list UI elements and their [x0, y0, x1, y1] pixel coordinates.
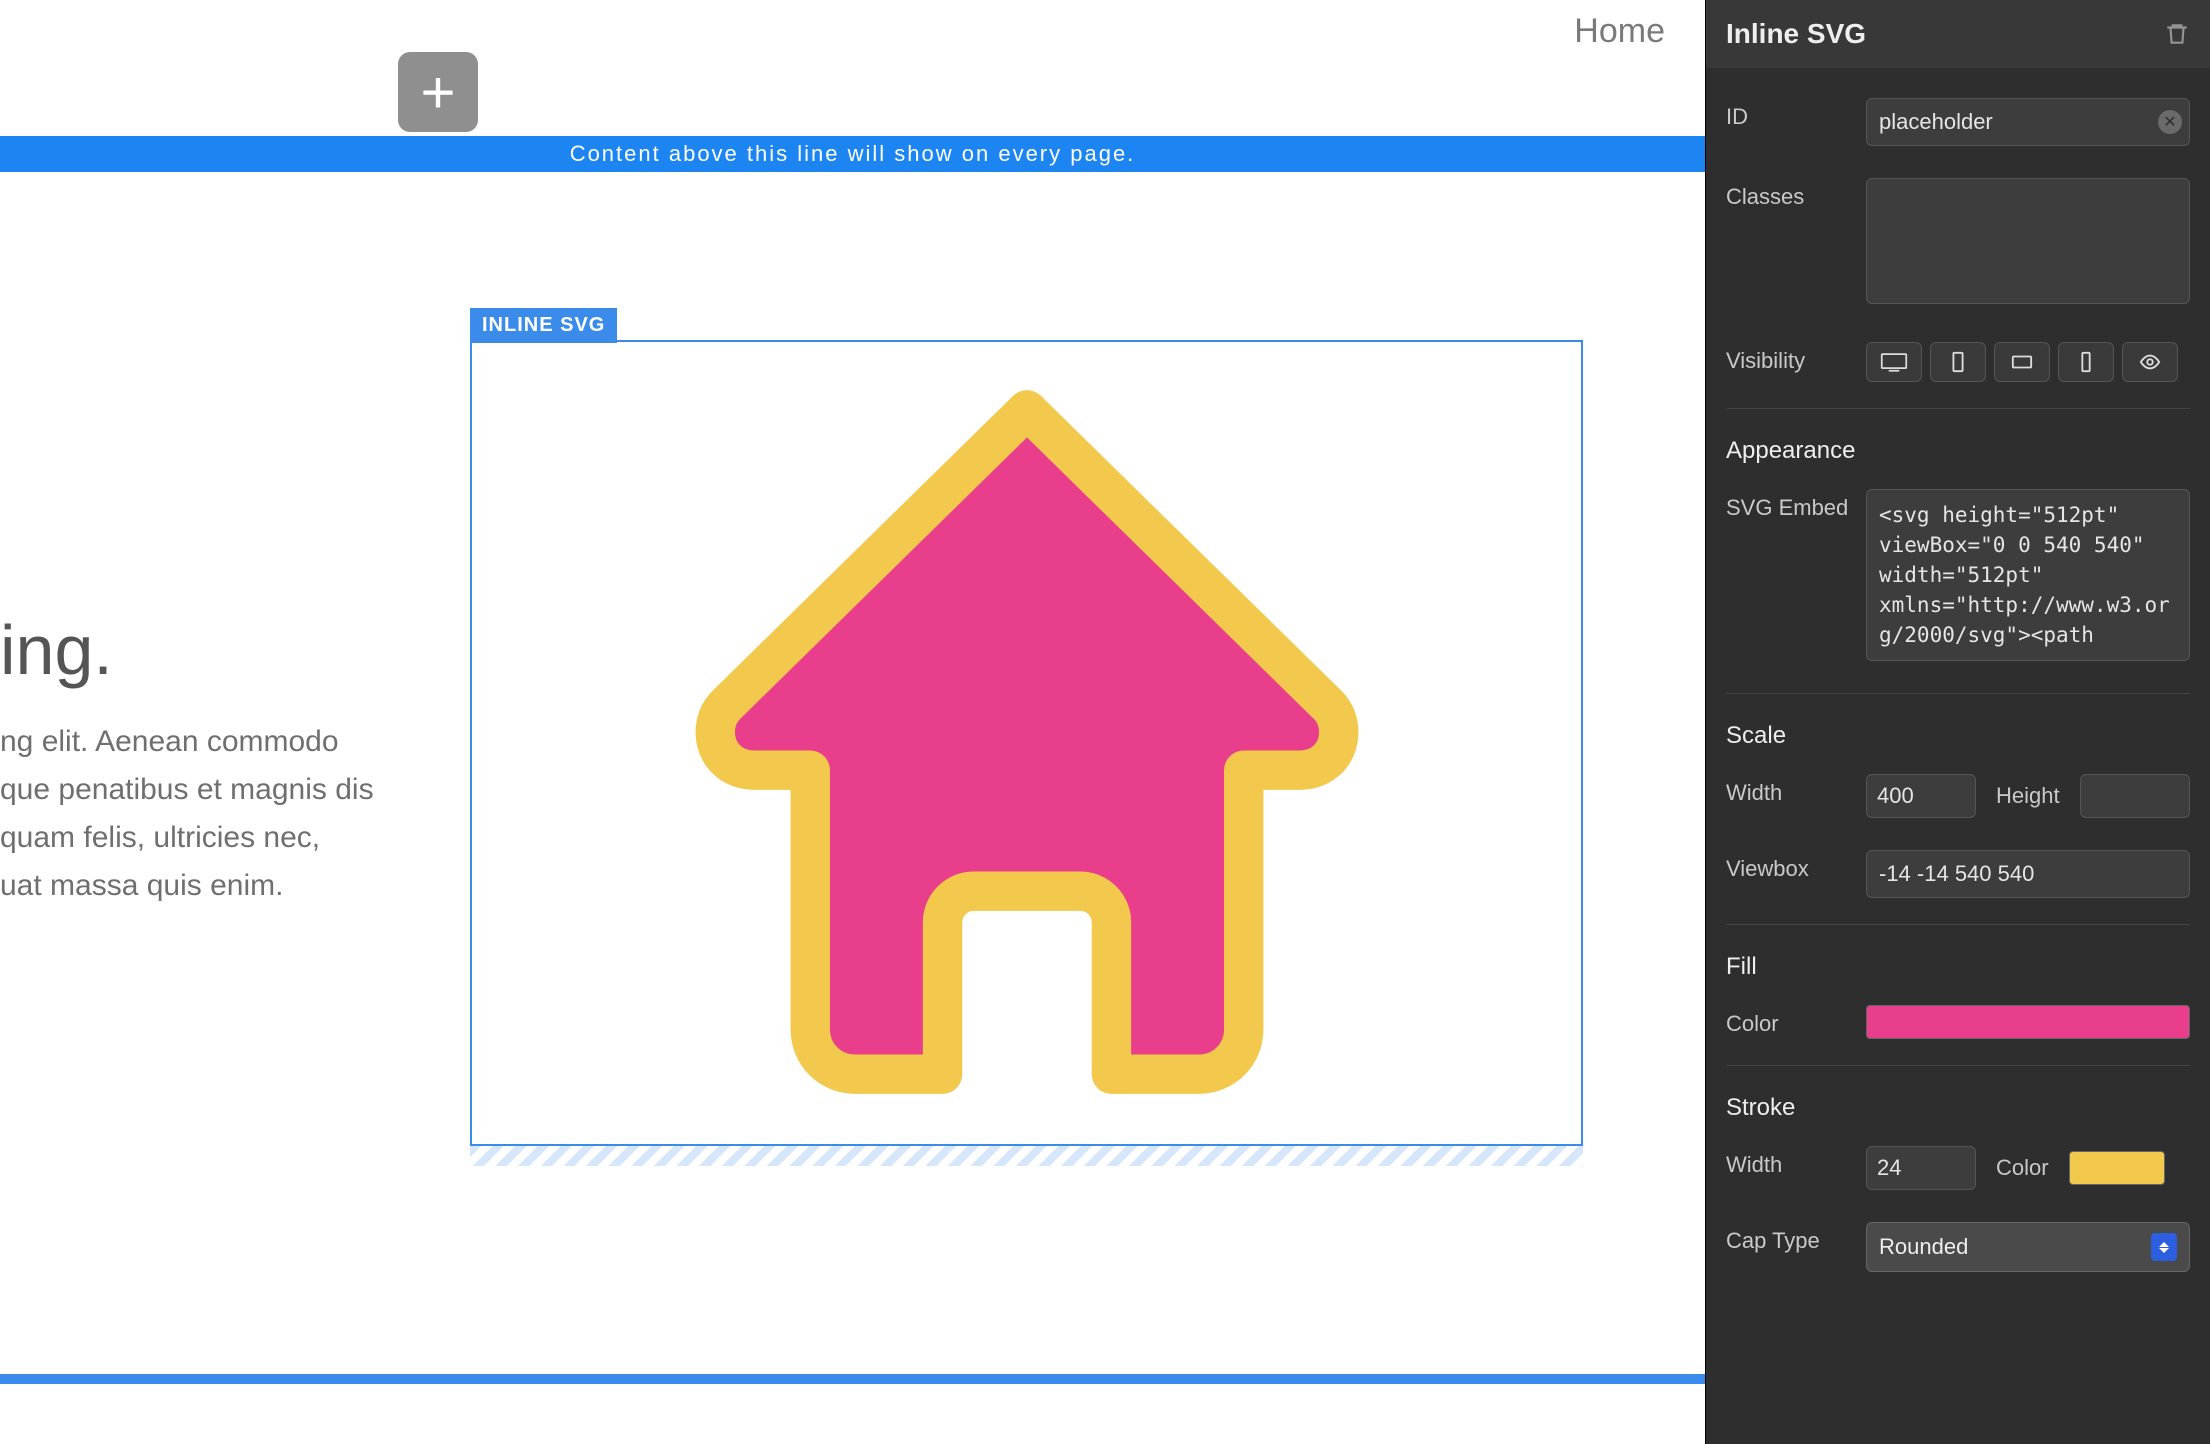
inspector-title: Inline SVG	[1726, 18, 1866, 50]
row-fill-color: Color	[1726, 989, 2190, 1055]
section-appearance: Appearance	[1726, 408, 2190, 473]
visibility-tablet-landscape-button[interactable]	[1994, 342, 2050, 382]
row-classes: Classes	[1726, 162, 2190, 326]
section-scale: Scale	[1726, 693, 2190, 758]
select-arrows-icon	[2151, 1233, 2177, 1261]
select-cap-type[interactable]: Rounded	[1866, 1222, 2190, 1272]
label-classes: Classes	[1726, 178, 1866, 210]
clear-id-button[interactable]: ✕	[2158, 110, 2182, 134]
label-visibility: Visibility	[1726, 342, 1866, 374]
delete-element-button[interactable]	[2164, 21, 2190, 47]
input-viewbox[interactable]	[1866, 850, 2190, 898]
stroke-color-swatch[interactable]	[2069, 1151, 2165, 1185]
template-divider-bar: Content above this line will show on eve…	[0, 136, 1705, 172]
input-scale-width[interactable]	[1866, 774, 1976, 818]
row-svg-embed: SVG Embed <svg height="512pt" viewBox="0…	[1726, 473, 2190, 683]
visibility-phone-button[interactable]	[2058, 342, 2114, 382]
row-viewbox: Viewbox	[1726, 834, 2190, 914]
input-id[interactable]	[1866, 98, 2190, 146]
inline-svg-preview[interactable]	[647, 342, 1407, 1142]
input-classes[interactable]	[1866, 178, 2190, 304]
visibility-preview-button[interactable]	[2122, 342, 2178, 382]
nav-link-home[interactable]: Home	[1574, 12, 1665, 51]
row-stroke-width-color: Width Color	[1726, 1130, 2190, 1206]
label-stroke-width: Width	[1726, 1146, 1866, 1178]
page-body-fragment: ng elit. Aenean commodo que penatibus et…	[0, 718, 374, 910]
page-heading-fragment: ing.	[0, 610, 113, 690]
page-footer-divider	[0, 1374, 1705, 1384]
row-scale-dims: Width Height	[1726, 758, 2190, 834]
input-svg-embed[interactable]: <svg height="512pt" viewBox="0 0 540 540…	[1866, 489, 2190, 661]
plus-icon: +	[420, 58, 455, 127]
label-fill-color: Color	[1726, 1005, 1866, 1037]
row-id: ID ✕	[1726, 82, 2190, 162]
fill-color-swatch[interactable]	[1866, 1005, 2190, 1039]
label-stroke-color: Color	[1996, 1155, 2049, 1181]
label-id: ID	[1726, 98, 1866, 130]
visibility-desktop-button[interactable]	[1866, 342, 1922, 382]
row-visibility: Visibility	[1726, 326, 2190, 398]
add-block-button[interactable]: +	[398, 52, 478, 132]
label-svg-embed: SVG Embed	[1726, 489, 1866, 521]
selected-element-frame[interactable]: INLINE SVG	[470, 340, 1583, 1146]
input-scale-height[interactable]	[2080, 774, 2190, 818]
label-viewbox: Viewbox	[1726, 850, 1866, 882]
row-cap-type: Cap Type Rounded	[1726, 1206, 2190, 1288]
section-fill: Fill	[1726, 924, 2190, 989]
inspector-header: Inline SVG	[1706, 0, 2210, 68]
section-stroke: Stroke	[1726, 1065, 2190, 1130]
label-scale-height: Height	[1996, 783, 2060, 809]
label-cap-type: Cap Type	[1726, 1222, 1866, 1254]
inspector-panel: Inline SVG ID ✕ Classes Visibility	[1705, 0, 2210, 1444]
visibility-tablet-portrait-button[interactable]	[1930, 342, 1986, 382]
select-cap-type-value: Rounded	[1879, 1234, 1968, 1260]
canvas-area: Home + Content above this line will show…	[0, 0, 1705, 1444]
label-scale-width: Width	[1726, 774, 1866, 806]
input-stroke-width[interactable]	[1866, 1146, 1976, 1190]
selection-type-tag: INLINE SVG	[470, 308, 617, 343]
